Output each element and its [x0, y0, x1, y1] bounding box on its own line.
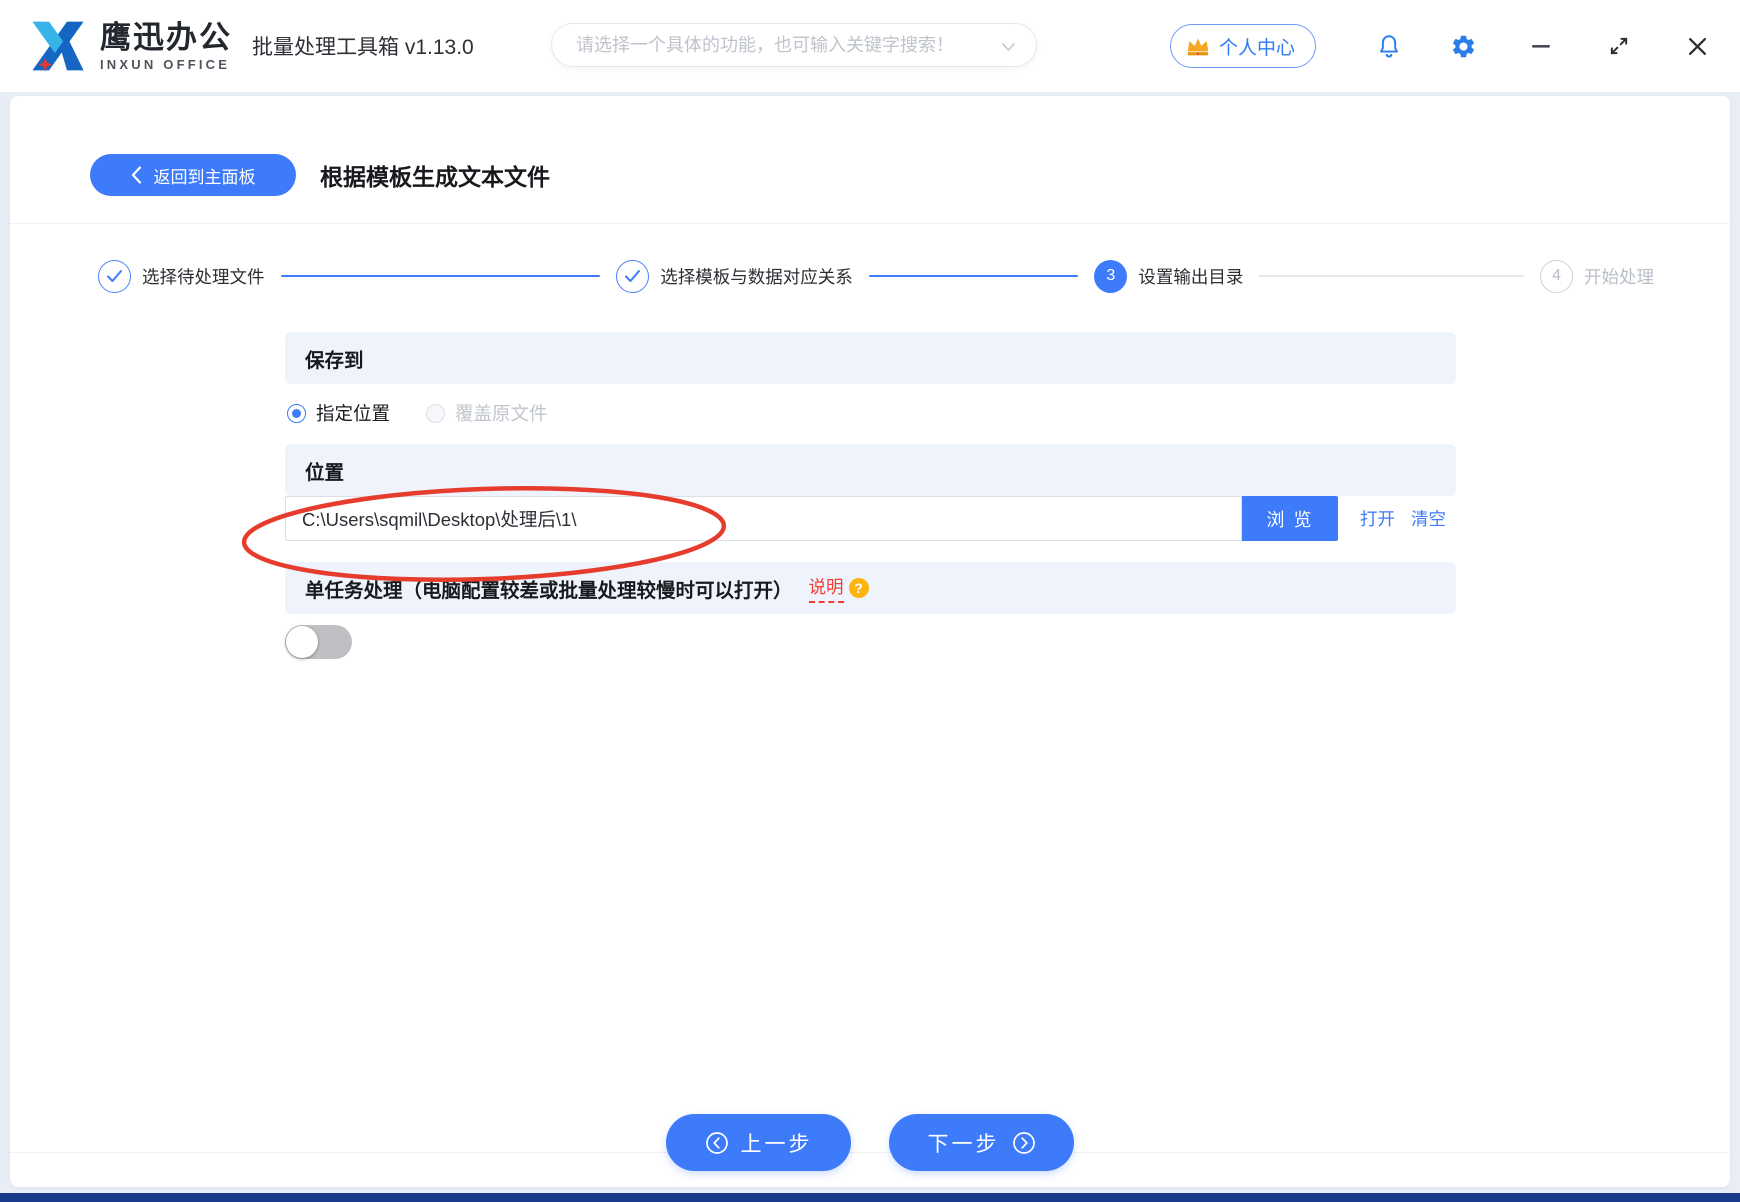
user-center-button[interactable]: 个人中心 [1169, 24, 1316, 68]
next-step-button[interactable]: 下一步 [889, 1114, 1074, 1171]
step-4-label: 开始处理 [1584, 266, 1655, 287]
window-controls: 个人中心 [1169, 0, 1714, 92]
minimize-icon [1532, 45, 1550, 48]
radio-specified-location[interactable]: 指定位置 [287, 400, 390, 426]
resize-icon [1610, 37, 1628, 55]
top-bar: 鹰迅办公 INXUN OFFICE 批量处理工具箱 v1.13.0 个人中心 [0, 0, 1740, 92]
output-path-row: 浏 览 打开 清空 [285, 496, 1456, 541]
page-title: 根据模板生成文本文件 [320, 164, 550, 190]
step-3: 3 设置输出目录 [1094, 259, 1244, 293]
previous-step-label: 上一步 [740, 1132, 813, 1156]
step-4-number: 4 [1540, 259, 1574, 293]
function-search-select[interactable] [551, 23, 1037, 67]
clear-path-link[interactable]: 清空 [1411, 506, 1446, 531]
circle-chevron-left-icon [705, 1131, 728, 1154]
radio-overwrite-label: 覆盖原文件 [455, 403, 548, 424]
gear-icon [1452, 35, 1474, 57]
step-3-number: 3 [1094, 259, 1128, 293]
search-input[interactable] [576, 34, 992, 56]
step-2-check-icon [616, 259, 650, 293]
save-to-options: 指定位置 覆盖原文件 [285, 400, 1456, 426]
chevron-left-icon [131, 166, 141, 184]
brand-text: 鹰迅办公 INXUN OFFICE [100, 20, 232, 73]
radio-specified-label: 指定位置 [316, 403, 391, 424]
window-bottom-edge [0, 1193, 1740, 1202]
step-1-label: 选择待处理文件 [142, 266, 265, 287]
crown-icon [1187, 38, 1209, 56]
step-connector [280, 275, 601, 277]
settings-button[interactable] [1446, 29, 1480, 63]
help-question-icon[interactable]: ? [848, 578, 869, 598]
single-task-header: 单任务处理（电脑配置较差或批量处理较慢时可以打开） 说明 ? [285, 562, 1456, 614]
brand-name-cn: 鹰迅办公 [100, 19, 232, 55]
step-indicator: 选择待处理文件 选择模板与数据对应关系 3 设置输出目录 4 开始处理 [10, 258, 1730, 294]
step-3-label: 设置输出目录 [1138, 266, 1244, 287]
circle-chevron-right-icon [1012, 1131, 1035, 1154]
explanation-link[interactable]: 说明 [808, 574, 844, 603]
page-header: 返回到主面板 根据模板生成文本文件 [10, 96, 1730, 224]
output-path-input[interactable] [285, 496, 1242, 541]
chevron-down-icon[interactable] [1001, 42, 1016, 52]
app-logo-icon [32, 21, 84, 72]
step-connector [1259, 275, 1525, 277]
settings-form: 保存到 指定位置 覆盖原文件 位置 浏 览 打开 清空 单任务处理（电脑配置较差… [285, 332, 1456, 659]
step-4: 4 开始处理 [1540, 259, 1655, 293]
previous-step-button[interactable]: 上一步 [666, 1114, 851, 1171]
step-2: 选择模板与数据对应关系 [616, 259, 853, 293]
open-folder-link[interactable]: 打开 [1360, 506, 1395, 531]
step-1-check-icon [98, 259, 131, 293]
app-title: 批量处理工具箱 v1.13.0 [252, 36, 474, 59]
back-to-dashboard-button[interactable]: 返回到主面板 [90, 154, 296, 196]
save-to-header: 保存到 [285, 332, 1456, 384]
radio-selected-icon[interactable] [287, 403, 306, 423]
close-button[interactable] [1680, 29, 1714, 63]
back-button-label: 返回到主面板 [153, 167, 256, 187]
radio-unselected-icon[interactable] [426, 403, 446, 423]
toggle-knob[interactable] [286, 626, 318, 658]
browse-button[interactable]: 浏 览 [1242, 496, 1338, 541]
step-1: 选择待处理文件 [98, 259, 265, 293]
bell-icon [1380, 34, 1398, 57]
brand-name-en: INXUN OFFICE [100, 56, 231, 72]
main-panel: 返回到主面板 根据模板生成文本文件 选择待处理文件 选择模板与数据对应关系 3 … [10, 96, 1730, 1187]
minimize-button[interactable] [1524, 29, 1558, 63]
next-step-label: 下一步 [927, 1132, 1000, 1156]
step-2-label: 选择模板与数据对应关系 [660, 266, 853, 287]
single-task-label: 单任务处理（电脑配置较差或批量处理较慢时可以打开） [305, 579, 793, 602]
path-links: 打开 清空 [1360, 496, 1456, 541]
single-task-toggle[interactable] [285, 625, 352, 659]
maximize-button[interactable] [1602, 29, 1636, 63]
brand: 鹰迅办公 INXUN OFFICE [26, 14, 232, 78]
location-header: 位置 [285, 444, 1456, 496]
user-center-label: 个人中心 [1218, 37, 1295, 59]
close-icon [1688, 37, 1706, 55]
radio-overwrite-original[interactable]: 覆盖原文件 [426, 400, 548, 426]
notification-button[interactable] [1372, 29, 1406, 63]
footer-navigation: 上一步 下一步 [10, 1114, 1730, 1171]
step-connector [868, 275, 1079, 277]
